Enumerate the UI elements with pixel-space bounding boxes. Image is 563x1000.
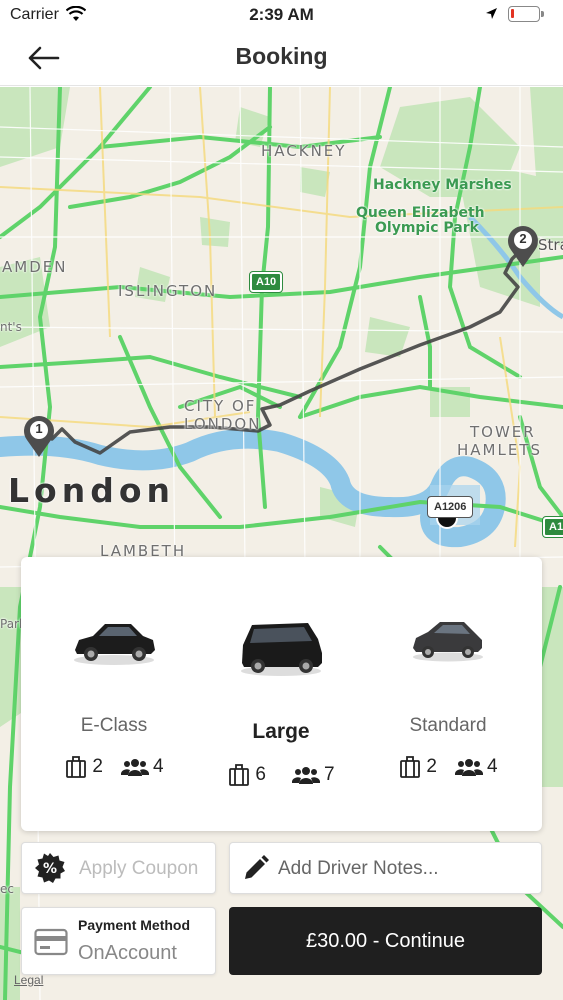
vehicle-option-large[interactable]: Large 6 7 — [198, 557, 364, 831]
road-shield-a10-edge: A10 — [541, 516, 563, 538]
luggage-icon — [400, 756, 421, 778]
map-label-tower: TOWER — [470, 423, 536, 441]
vehicle-name: Large — [252, 720, 310, 743]
sedan-car-icon — [31, 612, 197, 692]
map-label-hamlets: HAMLETS — [457, 441, 543, 459]
map-label-camden: AMDEN — [2, 258, 68, 276]
svg-text:%: % — [43, 861, 57, 877]
passenger-count: 4 — [487, 756, 498, 777]
location-arrow-icon — [485, 7, 498, 25]
road-shield-a1206: A1206 — [426, 496, 474, 518]
passenger-capacity: 4 — [121, 755, 164, 779]
luggage-icon — [229, 764, 250, 786]
van-car-icon — [198, 617, 364, 697]
map-label-london: London — [8, 471, 175, 510]
apply-coupon-button[interactable]: % Apply Coupon — [21, 842, 216, 894]
legal-link[interactable]: Legal — [14, 973, 43, 987]
luggage-icon — [66, 756, 87, 778]
luggage-count: 2 — [92, 756, 103, 777]
payment-method-heading: Payment Method — [78, 917, 191, 933]
passenger-capacity: 4 — [455, 755, 498, 779]
pencil-icon — [242, 854, 270, 887]
percent-badge-icon: % — [34, 852, 66, 889]
add-driver-notes-button[interactable]: Add Driver Notes... — [229, 842, 542, 894]
luggage-capacity: 6 — [227, 763, 266, 787]
battery-icon — [508, 6, 544, 22]
map-label-hackney-marshes: Hackney Marshes — [373, 177, 512, 193]
route-marker-end[interactable]: 2 — [505, 224, 541, 268]
luggage-count: 6 — [255, 764, 266, 785]
map-label-olympic-park: Olympic Park — [375, 220, 479, 236]
add-driver-notes-label: Add Driver Notes... — [278, 858, 439, 879]
map-label-ec: ec — [0, 882, 14, 896]
map-label-city-of: CITY OF — [184, 397, 257, 415]
passengers-icon — [121, 759, 149, 776]
vehicle-name: Standard — [409, 715, 487, 736]
battery-level — [511, 9, 514, 18]
map-label-islington: ISLINGTON — [118, 282, 218, 300]
map-label-london-city: LONDON — [184, 415, 262, 433]
passengers-icon — [455, 759, 483, 776]
map-label-queen-elizabeth: Queen Elizabeth — [356, 205, 485, 221]
map-label-nts: nt's — [0, 320, 22, 334]
map-label-hackney: HACKNEY — [261, 142, 347, 160]
payment-method-value: OnAccount — [78, 942, 177, 964]
marker-start-label: 1 — [35, 421, 43, 436]
vehicle-capacity: 2 4 — [365, 755, 531, 779]
page-title: Booking — [235, 43, 328, 69]
credit-card-icon — [34, 928, 68, 961]
vehicle-capacity: 6 7 — [198, 763, 364, 787]
route-marker-start[interactable]: 1 — [21, 414, 57, 458]
vehicle-selector-card: E-Class 2 4 Large 6 7 Standard 2 4 — [21, 557, 542, 831]
marker-end-label: 2 — [519, 231, 527, 246]
vehicle-option-standard[interactable]: Standard 2 4 — [365, 557, 531, 831]
payment-method-selector[interactable]: Payment Method OnAccount — [21, 907, 216, 975]
map-label-stratford: Stra — [538, 236, 563, 254]
hatchback-car-icon — [365, 612, 531, 692]
passengers-icon — [292, 767, 320, 784]
passenger-count: 7 — [324, 764, 335, 785]
luggage-capacity: 2 — [64, 755, 103, 779]
vehicle-option-e-class[interactable]: E-Class 2 4 — [31, 557, 197, 831]
luggage-capacity: 2 — [398, 755, 437, 779]
clock: 2:39 AM — [249, 5, 314, 24]
road-shield-a10: A10 — [248, 271, 284, 293]
continue-button[interactable]: £30.00 - Continue — [229, 907, 542, 975]
apply-coupon-label: Apply Coupon — [79, 858, 199, 879]
vehicle-capacity: 2 4 — [31, 755, 197, 779]
passenger-capacity: 7 — [292, 763, 335, 787]
status-bar: Carrier 2:39 AM — [0, 0, 563, 30]
luggage-count: 2 — [426, 756, 437, 777]
passenger-count: 4 — [153, 756, 164, 777]
vehicle-name: E-Class — [80, 715, 148, 736]
navigation-bar: Booking — [0, 30, 563, 86]
